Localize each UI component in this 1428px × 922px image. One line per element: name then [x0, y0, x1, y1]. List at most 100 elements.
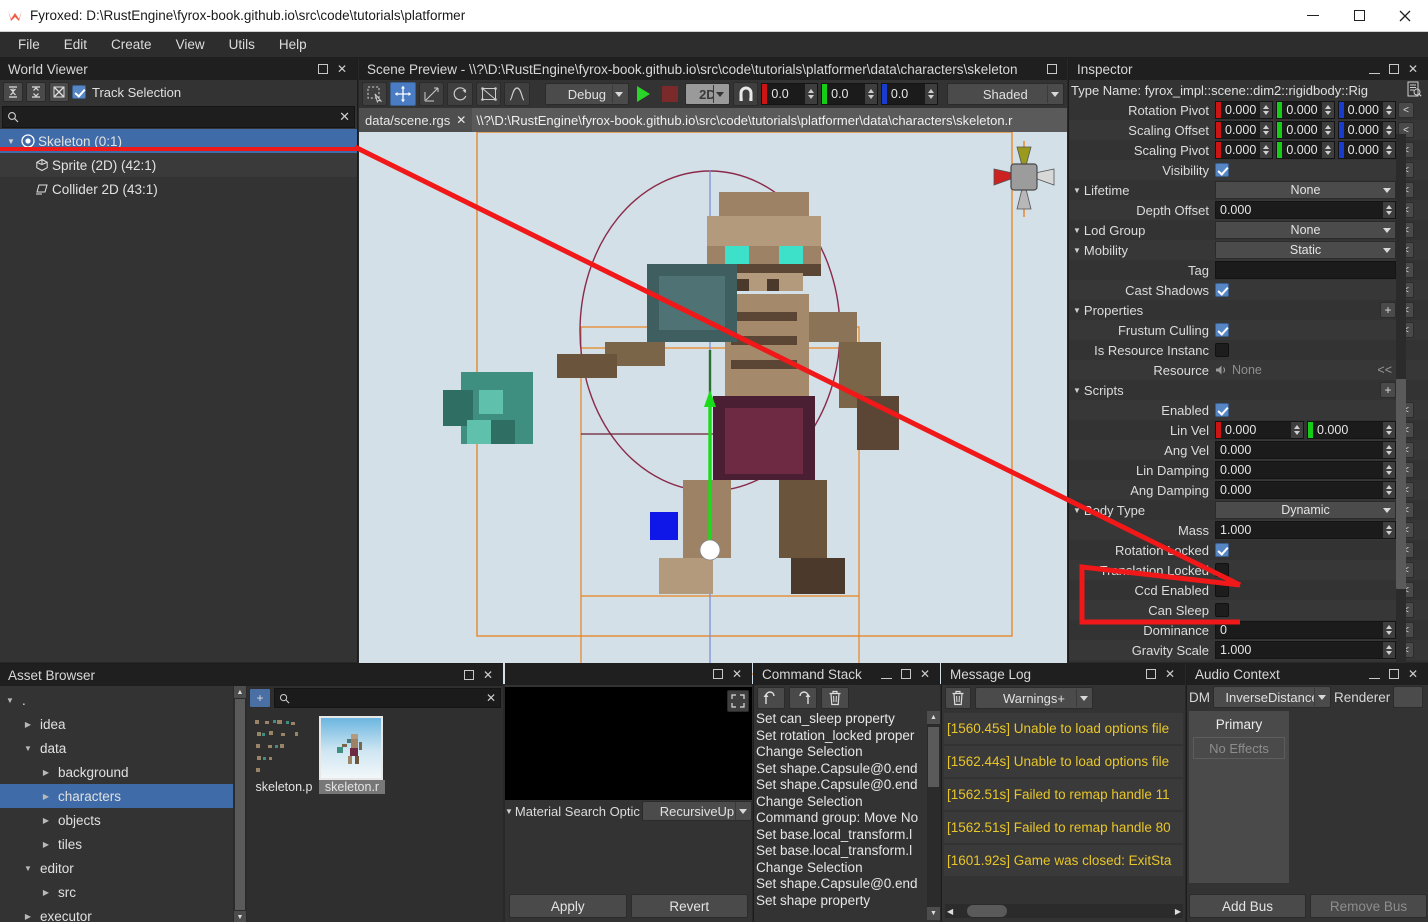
menu-view[interactable]: View [164, 34, 217, 55]
number-field[interactable]: 0.000 [1215, 101, 1274, 119]
number-spinner[interactable] [1321, 102, 1334, 118]
number-spinner[interactable] [1260, 142, 1273, 158]
expander-icon[interactable]: ▼ [1073, 386, 1081, 395]
snap-x-field[interactable]: 0.0 [761, 83, 819, 105]
chevron-down-icon-log[interactable] [1076, 689, 1090, 707]
dropdown-field[interactable]: Static [1215, 241, 1396, 259]
tree-item-collider2d[interactable]: Collider 2D (43:1) [0, 177, 357, 201]
resource-field[interactable]: None << [1215, 363, 1396, 377]
number-spinner[interactable] [1383, 622, 1395, 638]
cs-scroll-down-icon[interactable]: ▼ [927, 907, 940, 920]
number-spinner[interactable] [1383, 642, 1395, 658]
asset-tree-item-background[interactable]: ▶ background [0, 760, 233, 784]
renderer-dropdown[interactable] [1393, 686, 1424, 708]
scene-tab-scene-rgs[interactable]: data/scene.rgs ✕ [359, 108, 473, 132]
chevron-down-icon[interactable] [1380, 242, 1394, 258]
clear-search-icon[interactable]: ✕ [339, 109, 350, 125]
add-property-button[interactable]: + [1380, 382, 1396, 398]
number-spinner[interactable] [1383, 522, 1395, 538]
menu-file[interactable]: File [6, 34, 52, 55]
command-stack-item[interactable]: Set can_sleep property [754, 711, 940, 728]
number-spinner[interactable] [1321, 142, 1334, 158]
dropdown-field[interactable]: Dynamic [1215, 501, 1396, 519]
cs-scroll-thumb[interactable] [928, 727, 939, 787]
undo-icon[interactable] [757, 687, 785, 709]
number-field[interactable]: 0.000 [1215, 141, 1274, 159]
log-filter-dropdown[interactable]: Warnings+ [975, 687, 1093, 709]
resource-clear-button[interactable]: << [1377, 363, 1396, 377]
message-log-maximize-icon[interactable] [1145, 669, 1156, 679]
command-stack-item[interactable]: Command group: Move No [754, 810, 940, 827]
command-stack-item[interactable]: Set base.local_transform.l [754, 843, 940, 860]
asset-tree-item-src[interactable]: ▶ src [0, 880, 233, 904]
checkbox[interactable] [1215, 403, 1229, 417]
distance-model-dropdown[interactable]: InverseDistance [1213, 686, 1331, 708]
tab-close-icon[interactable]: ✕ [456, 113, 466, 127]
chevron-down-icon[interactable] [611, 85, 626, 103]
build-profile-dropdown[interactable]: Debug [544, 83, 629, 105]
text-field[interactable] [1215, 261, 1396, 279]
asset-tree-item-characters[interactable]: ▶ characters [0, 784, 233, 808]
select-tool-icon[interactable] [362, 82, 388, 106]
number-spinner[interactable] [1382, 142, 1395, 158]
chevron-down-icon[interactable]: ▼ [4, 696, 16, 705]
snapping-magnet-icon[interactable] [732, 82, 759, 106]
command-stack-item[interactable]: Set shape property [754, 893, 940, 910]
add-property-button[interactable]: + [1380, 302, 1396, 318]
expander-icon[interactable]: ▼ [4, 137, 18, 146]
expander-icon[interactable]: ▼ [1073, 186, 1081, 195]
number-field[interactable]: 1.000 [1215, 641, 1396, 659]
render-mode-dropdown[interactable]: Shaded [946, 83, 1064, 105]
chevron-down-icon[interactable] [1380, 222, 1394, 238]
number-field[interactable]: 0.000 [1215, 201, 1396, 219]
chevron-right-icon[interactable]: ▶ [40, 840, 52, 849]
expander-icon-material[interactable]: ▼ [505, 807, 513, 816]
expand-all-icon[interactable] [26, 82, 46, 102]
message-log-close-icon[interactable]: ✕ [1165, 668, 1175, 680]
rotate-tool-icon[interactable] [447, 82, 473, 106]
menu-edit[interactable]: Edit [52, 34, 99, 55]
number-spinner[interactable] [1291, 422, 1303, 438]
move-tool-icon[interactable] [390, 82, 416, 106]
menu-utils[interactable]: Utils [217, 34, 267, 55]
number-spinner[interactable] [1383, 462, 1395, 478]
log-scroll-left-icon[interactable]: ◀ [947, 907, 953, 916]
chevron-down-icon[interactable] [1380, 502, 1394, 518]
asset-tree-scrollbar[interactable]: ▲ ▼ [233, 686, 247, 922]
chevron-down-icon-material[interactable] [735, 802, 749, 820]
checkbox[interactable] [1215, 543, 1229, 557]
chevron-right-icon[interactable]: ▶ [22, 720, 34, 729]
navmesh-tool-icon[interactable] [475, 82, 502, 106]
apply-button[interactable]: Apply [509, 894, 627, 918]
audio-bus-primary[interactable]: Primary No Effects [1189, 711, 1289, 883]
scene-maximize-icon[interactable] [1047, 64, 1057, 74]
asset-search-input[interactable]: ✕ [274, 688, 501, 708]
terrain-tool-icon[interactable] [504, 82, 530, 106]
number-field[interactable]: 0.000 [1215, 461, 1396, 479]
scroll-up-icon[interactable]: ▲ [234, 686, 246, 698]
message-log-entry[interactable]: [1562.44s] Unable to load options file [944, 746, 1183, 777]
number-field[interactable]: 0 [1215, 621, 1396, 639]
locate-selection-icon[interactable] [49, 82, 69, 102]
scroll-down-icon[interactable]: ▼ [234, 911, 246, 922]
number-field[interactable]: 0.000 [1337, 121, 1396, 139]
asset-tree-item-editor[interactable]: ▼ editor [0, 856, 233, 880]
material-preview[interactable] [505, 687, 752, 800]
command-stack-item[interactable]: Set base.local_transform.l [754, 827, 940, 844]
audio-close-icon[interactable]: ✕ [1408, 668, 1418, 680]
world-viewer-close-icon[interactable]: ✕ [337, 63, 347, 75]
dropdown-field[interactable]: None [1215, 221, 1396, 239]
number-spinner[interactable] [1382, 122, 1395, 138]
material-search-option-dropdown[interactable]: RecursiveUp [641, 801, 752, 821]
inspector-minimize-icon[interactable] [1368, 72, 1380, 74]
expander-icon[interactable]: ▼ [1073, 306, 1081, 315]
asset-tree-item-data[interactable]: ▼ data [0, 736, 233, 760]
minimize-button[interactable] [1290, 0, 1336, 32]
world-viewer-maximize-icon[interactable] [317, 64, 328, 74]
number-field[interactable]: 0.000 [1215, 121, 1274, 139]
chevron-right-icon[interactable]: ▶ [22, 912, 34, 921]
snap-z-spinner[interactable] [924, 84, 937, 104]
asset-tree-scroll-thumb[interactable] [235, 699, 245, 910]
number-field[interactable]: 0.000 [1276, 121, 1335, 139]
track-selection-checkbox[interactable] [72, 85, 86, 99]
